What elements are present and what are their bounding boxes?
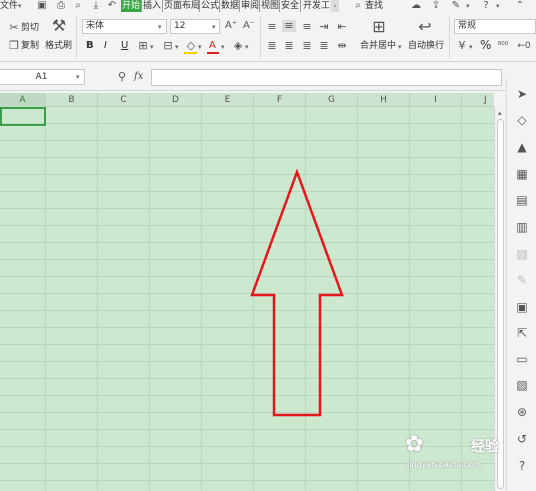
table-icon[interactable]: ▦	[514, 166, 530, 182]
watermark-url: jingyan.baidu.com	[407, 460, 481, 469]
apps-icon[interactable]: ▤	[514, 192, 530, 208]
archive-icon[interactable]: ▭	[514, 351, 530, 367]
history-icon[interactable]: ↺	[514, 431, 530, 447]
share-out-icon[interactable]: ⇱	[514, 325, 530, 341]
scroll-up-icon[interactable]: ▴	[498, 109, 502, 117]
pivot-icon: ▨	[516, 247, 528, 261]
arrow-annotation	[250, 168, 344, 417]
watermark: ✿ 经验 jingyan.baidu.com	[405, 432, 515, 476]
picture-icon[interactable]: ▧	[514, 377, 530, 393]
watermark-text: 经验	[471, 439, 499, 455]
paw-logo-icon: ✿	[405, 432, 424, 457]
cursor-select-icon[interactable]: ➤	[514, 86, 530, 102]
image-gallery-icon[interactable]: ▣	[514, 299, 530, 315]
task-pane-sidebar: ➤ ◇ ▲ ▦ ▤ ▥ ▨ ✎ ▣ ⇱ ▭ ▧ ⊛ ↺ ?	[506, 78, 536, 491]
up-arrow-icon	[250, 168, 344, 417]
style-icon[interactable]: ▲	[514, 139, 530, 155]
help-circle-icon[interactable]: ?	[514, 458, 530, 474]
chart-icon[interactable]: ▥	[514, 219, 530, 235]
edit-disabled-icon: ✎	[516, 273, 528, 287]
download-icon[interactable]: ⊛	[514, 404, 530, 420]
shapes-icon[interactable]: ◇	[514, 112, 530, 128]
